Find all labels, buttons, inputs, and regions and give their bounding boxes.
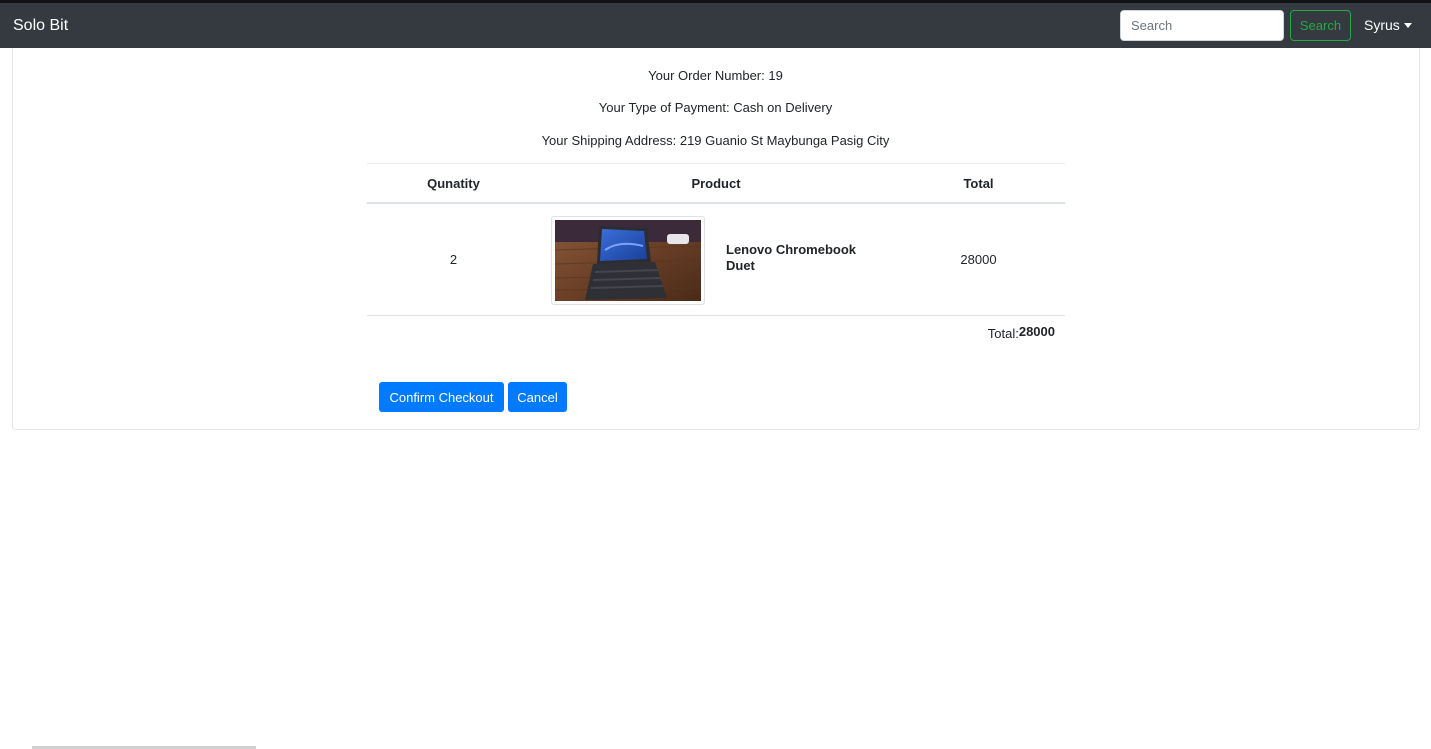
- search-input[interactable]: [1120, 10, 1284, 41]
- caret-down-icon: [1403, 23, 1412, 28]
- header-quantity: Qunatity: [427, 176, 480, 191]
- order-number: Your Order Number: 19: [648, 68, 783, 83]
- grand-total-label: Total:: [987, 326, 1019, 341]
- product-name-line1: Lenovo Chromebook: [726, 242, 857, 257]
- confirm-checkout-button[interactable]: Confirm Checkout: [379, 382, 504, 412]
- table-header: Qunatity Product Total: [367, 163, 1065, 204]
- header-product: Product: [691, 176, 741, 191]
- navbar: Solo Bit Search Syrus: [0, 3, 1431, 48]
- order-table: Qunatity Product Total 2 Lenovo Chromebo…: [367, 163, 1065, 316]
- grand-total-value: 28000: [1018, 324, 1055, 339]
- row-total: 28000: [960, 252, 997, 267]
- user-name: Syrus: [1364, 17, 1400, 33]
- product-name-line2: Duet: [726, 258, 755, 273]
- header-total: Total: [963, 176, 994, 191]
- search-button[interactable]: Search: [1290, 10, 1351, 41]
- shipping-address: Your Shipping Address: 219 Guanio St May…: [541, 133, 890, 148]
- user-dropdown-toggle[interactable]: Syrus: [1364, 3, 1412, 48]
- cancel-button[interactable]: Cancel: [508, 382, 567, 412]
- table-row: 2 Lenovo Chromebook Duet 28000: [367, 204, 1065, 316]
- product-name: Lenovo Chromebook Duet: [726, 242, 856, 274]
- product-image: [551, 216, 705, 305]
- grand-total: Total:28000: [367, 324, 1055, 341]
- brand-link[interactable]: Solo Bit: [13, 3, 68, 48]
- row-quantity: 2: [449, 252, 458, 267]
- payment-type: Your Type of Payment: Cash on Delivery: [598, 100, 833, 115]
- chromebook-photo-icon: [555, 220, 701, 301]
